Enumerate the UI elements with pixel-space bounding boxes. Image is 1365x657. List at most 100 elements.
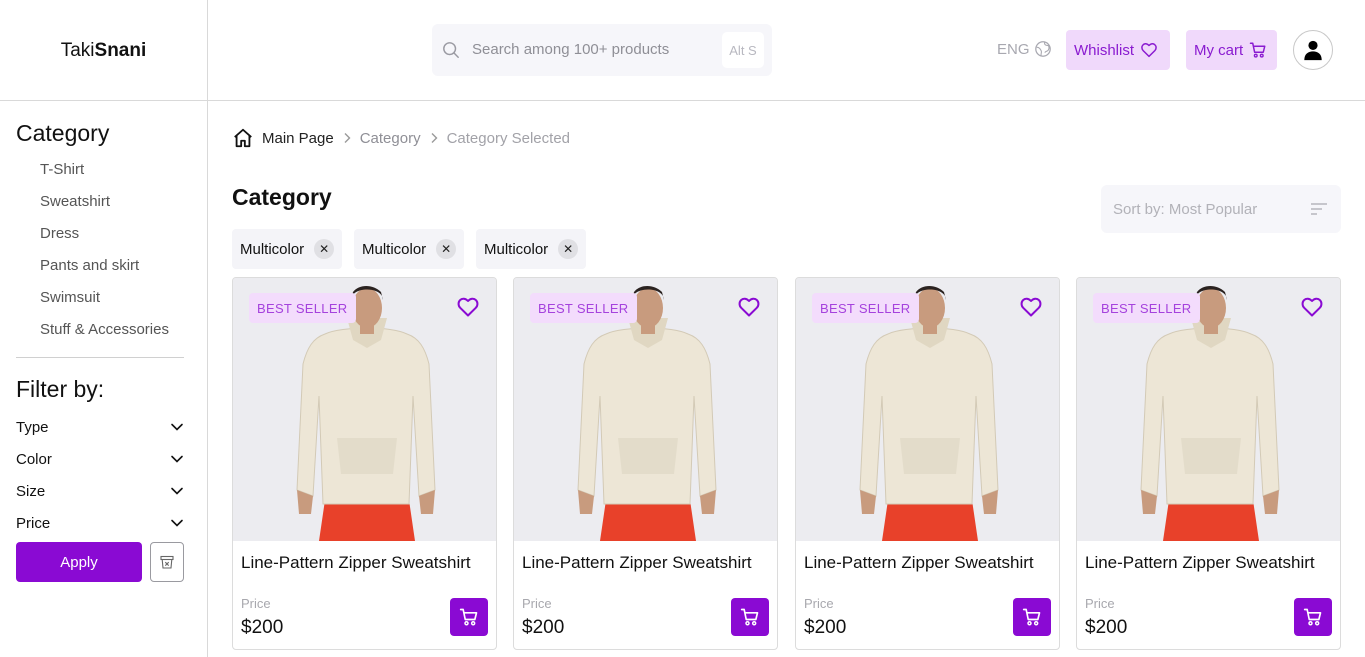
category-item-dress[interactable]: Dress [40,225,79,242]
product-title[interactable]: Line-Pattern Zipper Sweatshirt [804,553,1034,573]
heart-icon[interactable] [456,295,480,319]
search-input[interactable]: Search among 100+ products [472,41,669,58]
product-card[interactable]: BEST SELLER Line-Pattern Zipper Sweatshi… [232,277,497,650]
filter-chip: Multicolor ✕ [476,229,587,269]
category-item-sweatshirt[interactable]: Sweatshirt [40,193,110,210]
close-icon[interactable]: ✕ [558,239,579,259]
product-price: $200 [241,617,284,638]
filter-type[interactable]: Type [16,417,184,437]
heart-icon[interactable] [737,295,761,319]
price-label: Price [522,596,552,611]
category-item-swimsuit[interactable]: Swimsuit [40,289,100,306]
page-title: Category [232,184,332,210]
filter-label: Size [16,482,46,500]
best-seller-badge: BEST SELLER [249,293,356,323]
breadcrumb: Main Page Category Category Selected [232,126,570,150]
filter-label: Price [16,514,51,532]
product-title[interactable]: Line-Pattern Zipper Sweatshirt [522,553,752,573]
breadcrumb-current: Category Selected [446,129,570,147]
breadcrumb-main-page[interactable]: Main Page [262,130,334,147]
price-label: Price [241,596,271,611]
product-card[interactable]: BEST SELLER Line-Pattern Zipper Sweatshi… [513,277,778,650]
category-heading: Category [16,120,110,146]
cart-icon [1022,608,1041,626]
product-image: BEST SELLER [514,278,777,541]
search-bar[interactable]: Search among 100+ products Alt S [432,24,772,76]
price-label: Price [1085,596,1115,611]
best-seller-badge: BEST SELLER [1093,293,1200,323]
trash-icon [160,555,174,569]
search-shortcut: Alt S [722,32,764,68]
header: Taki Snani Search among 100+ products Alt… [0,0,1365,101]
filter-heading: Filter by: [16,376,105,402]
price-label: Price [804,596,834,611]
filter-chip: Multicolor ✕ [232,229,343,269]
close-icon[interactable]: ✕ [436,239,457,259]
product-image: BEST SELLER [1077,278,1340,541]
chevron-down-icon [171,519,183,527]
user-icon [1304,40,1322,61]
cart-label: My cart [1194,41,1244,59]
sort-label: Sort by: Most Popular [1113,201,1258,218]
sort-icon [1311,203,1327,215]
product-image: BEST SELLER [796,278,1059,541]
close-icon[interactable]: ✕ [314,239,335,259]
filter-price[interactable]: Price [16,513,184,533]
breadcrumb-category[interactable]: Category [360,130,421,147]
product-price: $200 [1085,617,1128,638]
sidebar: Category T-Shirt Sweatshirt Dress Pants … [0,101,208,657]
search-icon [443,42,459,58]
sidebar-divider [16,357,184,358]
category-item-accessories[interactable]: Stuff & Accessories [40,321,169,338]
product-title[interactable]: Line-Pattern Zipper Sweatshirt [241,553,471,573]
heart-icon[interactable] [1300,295,1324,319]
language-selector[interactable]: ENG [997,40,1052,58]
cart-icon [1249,42,1266,58]
heart-icon [1141,43,1157,58]
product-card[interactable]: BEST SELLER Line-Pattern Zipper Sweatshi… [1076,277,1341,650]
chevron-right-icon [431,133,438,143]
home-icon[interactable] [232,127,254,149]
cart-icon [740,608,759,626]
chip-label: Multicolor [240,240,305,258]
logo-light: Taki [60,39,95,61]
logo[interactable]: Taki Snani [0,0,208,101]
cart-icon [1303,608,1322,626]
add-to-cart-button[interactable] [1013,598,1051,636]
add-to-cart-button[interactable] [1294,598,1332,636]
filter-chip: Multicolor ✕ [354,229,465,269]
product-price: $200 [522,617,565,638]
category-item-pants[interactable]: Pants and skirt [40,257,139,274]
category-item-tshirt[interactable]: T-Shirt [40,161,84,178]
add-to-cart-button[interactable] [450,598,488,636]
logo-bold: Snani [94,39,147,61]
globe-icon [1034,41,1051,57]
sort-dropdown[interactable]: Sort by: Most Popular [1101,185,1341,233]
chevron-down-icon [171,487,183,495]
heart-icon[interactable] [1019,295,1043,319]
cart-button[interactable]: My cart [1186,30,1277,70]
chevron-down-icon [171,455,183,463]
filter-label: Type [16,418,49,436]
filter-color[interactable]: Color [16,449,184,469]
add-to-cart-button[interactable] [731,598,769,636]
chip-label: Multicolor [484,240,549,258]
chevron-down-icon [171,423,183,431]
best-seller-badge: BEST SELLER [530,293,637,323]
best-seller-badge: BEST SELLER [812,293,919,323]
filter-label: Color [16,450,52,468]
product-title[interactable]: Line-Pattern Zipper Sweatshirt [1085,553,1315,573]
wishlist-label: Whishlist [1074,41,1135,59]
filter-size[interactable]: Size [16,481,184,501]
user-avatar-button[interactable] [1293,30,1333,70]
cart-icon [459,608,478,626]
clear-filters-button[interactable] [150,542,184,582]
product-card[interactable]: BEST SELLER Line-Pattern Zipper Sweatshi… [795,277,1060,650]
wishlist-button[interactable]: Whishlist [1066,30,1170,70]
apply-button[interactable]: Apply [16,542,142,582]
product-price: $200 [804,617,847,638]
language-label: ENG [997,40,1030,58]
chip-label: Multicolor [362,240,427,258]
chevron-right-icon [344,133,351,143]
product-image: BEST SELLER [233,278,496,541]
